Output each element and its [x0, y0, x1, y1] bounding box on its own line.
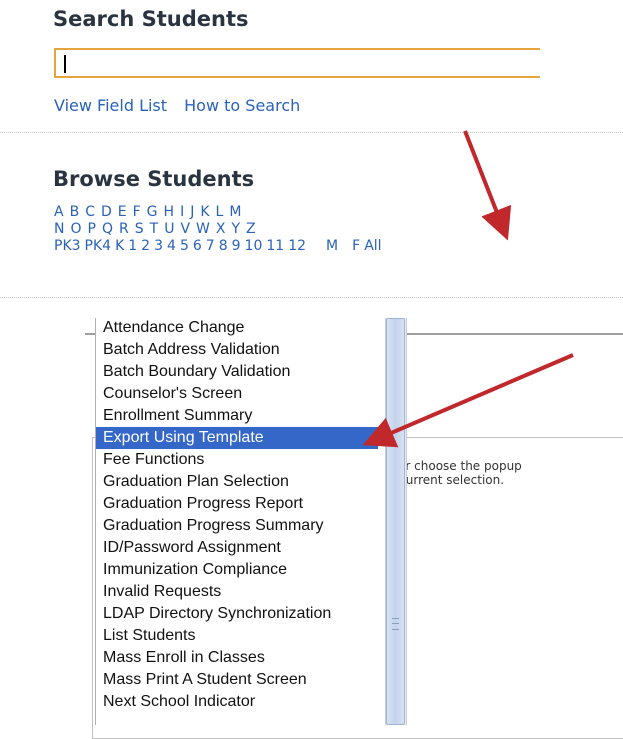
annotation-arrows: [362, 130, 574, 448]
red-arrow-to-export: [362, 353, 574, 448]
red-arrow-to-all: [463, 130, 512, 241]
